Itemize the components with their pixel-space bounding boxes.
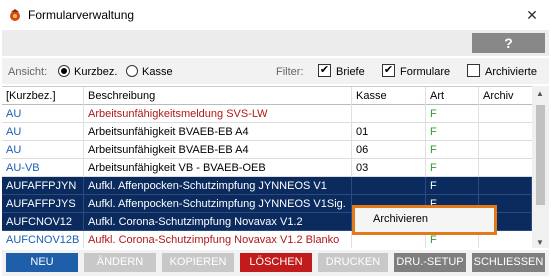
kurzbez-radio-label[interactable]: Kurzbez. bbox=[74, 66, 117, 78]
table-row[interactable]: AU Arbeitsunfähigkeitsmeldung SVS-LW F bbox=[2, 105, 532, 123]
briefe-checkbox-label[interactable]: Briefe bbox=[336, 66, 365, 78]
column-header-kurzbez[interactable]: [Kurzbez.] bbox=[2, 87, 84, 105]
column-header-archiv[interactable]: Archiv bbox=[479, 87, 532, 105]
kasse-radio[interactable] bbox=[126, 65, 138, 77]
cell-archiv bbox=[479, 123, 532, 141]
cell-beschreibung: Aufkl. Affenpocken-Schutzimpfung JYNNEOS… bbox=[84, 177, 352, 195]
archivierte-checkbox[interactable] bbox=[467, 64, 480, 77]
cell-art: F bbox=[426, 105, 479, 123]
neu-button[interactable]: NEU bbox=[6, 253, 78, 272]
cell-archiv bbox=[479, 105, 532, 123]
help-button[interactable]: ? bbox=[472, 33, 545, 53]
cell-kurzbez: AUFAFFPJYS bbox=[2, 195, 84, 213]
cell-kurzbez: AUFCNOV12B bbox=[2, 231, 84, 248]
cell-kurzbez: AUFAFFPJYN bbox=[2, 177, 84, 195]
cell-art: F bbox=[426, 159, 479, 177]
toolbar bbox=[2, 30, 549, 56]
table-row[interactable]: AU Arbeitsunfähigkeit BVAEB-EB A4 01 F bbox=[2, 123, 532, 141]
cell-beschreibung: Aufkl. Affenpocken-Schutzimpfung JYNNEOS… bbox=[84, 195, 352, 213]
cell-art: F bbox=[426, 123, 479, 141]
window-title: Formularverwaltung bbox=[28, 8, 135, 22]
cell-kurzbez: AUFCNOV12 bbox=[2, 213, 84, 231]
check-icon: ✔ bbox=[319, 64, 330, 76]
title-bar: Formularverwaltung ✕ bbox=[0, 0, 551, 30]
column-header-art[interactable]: Art bbox=[426, 87, 479, 105]
context-menu-archivieren[interactable]: Archivieren bbox=[373, 213, 428, 225]
cell-kasse: 06 bbox=[352, 141, 426, 159]
cell-art: F bbox=[426, 141, 479, 159]
schliessen-button[interactable]: SCHLIESSEN bbox=[472, 253, 545, 272]
filter-label: Filter: bbox=[276, 66, 304, 78]
cell-art: F bbox=[426, 177, 479, 195]
cell-beschreibung: Aufkl. Corona-Schutzimpfung Novavax V1.2… bbox=[84, 231, 352, 248]
cell-beschreibung: Arbeitsunfähigkeit BVAEB-EB A4 bbox=[84, 123, 352, 141]
cell-kurzbez: AU bbox=[2, 105, 84, 123]
archivierte-checkbox-label[interactable]: Archivierte bbox=[485, 66, 537, 78]
formulare-checkbox-label[interactable]: Formulare bbox=[400, 66, 450, 78]
loeschen-button[interactable]: LÖSCHEN bbox=[240, 253, 312, 272]
cell-kurzbez: AU-VB bbox=[2, 159, 84, 177]
drucker-setup-button[interactable]: DRU.-SETUP bbox=[394, 253, 466, 272]
kurzbez-radio[interactable] bbox=[58, 65, 70, 77]
table-row[interactable]: AUFAFFPJYN Aufkl. Affenpocken-Schutzimpfu… bbox=[2, 177, 532, 195]
briefe-checkbox[interactable]: ✔ bbox=[318, 64, 331, 77]
cell-kurzbez: AU bbox=[2, 141, 84, 159]
context-menu: Archivieren bbox=[352, 205, 497, 235]
formularverwaltung-window: Formularverwaltung ✕ ? Ansicht: Kurzbez.… bbox=[0, 0, 551, 278]
cell-kasse bbox=[352, 177, 426, 195]
scrollbar-thumb[interactable] bbox=[536, 105, 545, 205]
column-header-kasse[interactable]: Kasse bbox=[352, 87, 426, 105]
cell-beschreibung: Arbeitsunfähigkeit VB - BVAEB-OEB bbox=[84, 159, 352, 177]
table-header-row: [Kurzbez.] Beschreibung Kasse Art Archiv bbox=[2, 87, 532, 105]
kasse-radio-label[interactable]: Kasse bbox=[142, 66, 173, 78]
table-row[interactable]: AU Arbeitsunfähigkeit BVAEB-EB A4 06 F bbox=[2, 141, 532, 159]
aendern-button[interactable]: ÄNDERN bbox=[84, 253, 156, 272]
ansicht-label: Ansicht: bbox=[8, 66, 48, 78]
check-icon: ✔ bbox=[383, 64, 394, 76]
formulare-checkbox[interactable]: ✔ bbox=[382, 64, 395, 77]
cell-beschreibung: Aufkl. Corona-Schutzimpfung Novavax V1.2 bbox=[84, 213, 352, 231]
cell-archiv bbox=[479, 177, 532, 195]
close-icon[interactable]: ✕ bbox=[523, 6, 541, 24]
cell-kurzbez: AU bbox=[2, 123, 84, 141]
cell-archiv bbox=[479, 141, 532, 159]
cell-archiv bbox=[479, 159, 532, 177]
cell-kasse: 03 bbox=[352, 159, 426, 177]
column-header-beschreibung[interactable]: Beschreibung bbox=[84, 87, 352, 105]
kopieren-button[interactable]: KOPIEREN bbox=[162, 253, 234, 272]
scroll-up-icon[interactable]: ▲ bbox=[536, 89, 544, 98]
cell-beschreibung: Arbeitsunfähigkeitsmeldung SVS-LW bbox=[84, 105, 352, 123]
cell-kasse: 01 bbox=[352, 123, 426, 141]
drucken-button[interactable]: DRUCKEN bbox=[318, 253, 388, 272]
app-icon bbox=[10, 9, 20, 21]
table-row[interactable]: AU-VB Arbeitsunfähigkeit VB - BVAEB-OEB 03… bbox=[2, 159, 532, 177]
cell-beschreibung: Arbeitsunfähigkeit BVAEB-EB A4 bbox=[84, 141, 352, 159]
scroll-down-icon[interactable]: ▼ bbox=[536, 238, 544, 247]
cell-kasse bbox=[352, 105, 426, 123]
